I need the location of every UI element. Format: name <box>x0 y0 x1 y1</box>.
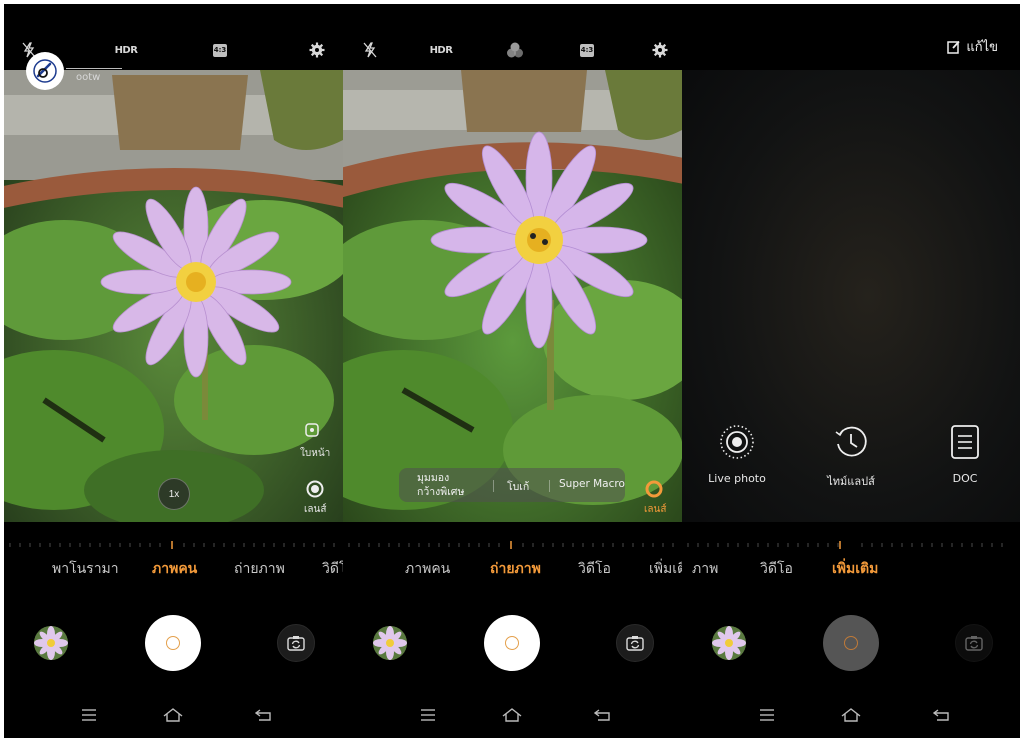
mode-ruler <box>9 541 335 549</box>
front-camera-icon[interactable] <box>304 422 320 441</box>
live-photo-icon <box>717 422 757 462</box>
camera-panel-portrait: HDR 4:3 ใบหน้า 1x เลนส์ พาโนรามา ภาพคน ถ… <box>4 4 343 738</box>
system-nav-bar <box>682 704 1020 730</box>
back-icon[interactable] <box>252 706 274 724</box>
mode-selector: พาโนรามา ภาพคน ถ่ายภาพ วิดีโอ <box>4 558 343 582</box>
mode-video[interactable]: วิดีโอ <box>760 558 793 580</box>
document-icon <box>945 422 985 462</box>
lens-option-bar: มุมมองกว้างพิเศษ โบเก้ Super Macro <box>399 468 625 502</box>
mode-video[interactable]: วิดีโอ <box>578 558 611 580</box>
extra-mode-label: Live photo <box>708 472 766 485</box>
mode-photo[interactable]: ถ่ายภาพ <box>490 558 541 580</box>
system-nav-bar <box>343 704 682 730</box>
flash-off-icon[interactable] <box>359 40 381 60</box>
camera-panel-more: แก้ไข Live photo ไทม์แลปส์ DOC ภาพ วิดีโ… <box>682 4 1020 738</box>
mode-more[interactable]: เพิ่มเติม <box>832 558 878 580</box>
back-icon[interactable] <box>930 706 952 724</box>
zoom-1x-button[interactable]: 1x <box>158 478 190 510</box>
timelapse-icon <box>831 422 871 462</box>
camera-panel-photo: HDR 4:3 มุมมองกว้างพิเศษ โบเก้ Super Mac… <box>343 4 682 738</box>
watermark-text: ootw <box>76 72 101 83</box>
switch-camera-icon <box>965 636 983 651</box>
lens-separator <box>549 480 550 492</box>
switch-camera-icon <box>626 636 644 651</box>
home-icon[interactable] <box>501 706 523 724</box>
camera-top-bar: แก้ไข <box>682 4 1020 70</box>
extra-mode-live-photo[interactable]: Live photo <box>682 422 792 485</box>
mode-portrait[interactable]: ภาพคน <box>405 558 450 580</box>
front-camera-label: ใบหน้า <box>300 448 331 459</box>
lens-separator <box>493 480 494 492</box>
hdr-icon[interactable]: HDR <box>112 40 140 60</box>
hdr-icon[interactable]: HDR <box>427 40 455 60</box>
settings-icon[interactable] <box>306 40 328 60</box>
mode-selector: ภาพคน ถ่ายภาพ วิดีโอ เพิ่มเติม <box>343 558 682 582</box>
switch-camera-button[interactable] <box>277 624 315 662</box>
watermark-line <box>66 68 122 69</box>
shutter-row <box>4 610 343 676</box>
shutter-button[interactable] <box>823 615 879 671</box>
shutter-button[interactable] <box>484 615 540 671</box>
filter-icon[interactable] <box>504 40 526 60</box>
switch-camera-button[interactable] <box>955 624 993 662</box>
mode-photo[interactable]: ถ่ายภาพ <box>234 558 285 580</box>
viewfinder-more: Live photo ไทม์แลปส์ DOC <box>682 70 1020 522</box>
shutter-row <box>343 610 682 676</box>
menu-icon[interactable] <box>78 706 100 724</box>
aspect-ratio-icon[interactable]: 4:3 <box>209 40 231 60</box>
mode-ruler <box>348 541 674 549</box>
watermark-logo <box>26 52 64 90</box>
menu-icon[interactable] <box>756 706 778 724</box>
system-nav-bar <box>4 704 343 730</box>
lens-label: เลนส์ <box>644 504 667 515</box>
mode-more[interactable]: เพิ่มเติม <box>649 558 682 580</box>
gallery-thumbnail[interactable] <box>34 626 68 660</box>
edit-label: แก้ไข <box>966 40 998 55</box>
viewfinder-portrait[interactable]: ใบหน้า 1x เลนส์ <box>4 70 343 522</box>
shutter-row <box>682 610 1020 676</box>
home-icon[interactable] <box>840 706 862 724</box>
lens-label: เลนส์ <box>304 504 327 515</box>
mode-portrait[interactable]: ภาพคน <box>152 558 197 580</box>
hdr-label: HDR <box>429 44 453 56</box>
ratio-label: 4:3 <box>580 43 594 57</box>
extra-mode-timelapse[interactable]: ไทม์แลปส์ <box>796 422 906 490</box>
gallery-thumbnail[interactable] <box>712 626 746 660</box>
viewfinder-photo[interactable]: มุมมองกว้างพิเศษ โบเก้ Super Macro เลนส์ <box>343 70 682 522</box>
mode-ruler <box>687 541 1003 549</box>
ratio-label: 4:3 <box>213 43 227 57</box>
shutter-ring-icon <box>844 636 858 650</box>
mode-panorama[interactable]: พาโนรามา <box>52 558 119 580</box>
settings-icon[interactable] <box>649 40 671 60</box>
viewfinder-image <box>343 70 682 522</box>
camera-top-bar: HDR 4:3 <box>343 4 682 70</box>
menu-icon[interactable] <box>417 706 439 724</box>
edit-button[interactable]: แก้ไข <box>947 36 998 57</box>
home-icon[interactable] <box>162 706 184 724</box>
extra-mode-doc[interactable]: DOC <box>910 422 1020 485</box>
back-icon[interactable] <box>591 706 613 724</box>
switch-camera-icon <box>287 636 305 651</box>
switch-camera-button[interactable] <box>616 624 654 662</box>
zoom-label: 1x <box>168 488 180 500</box>
mode-video[interactable]: วิดีโอ <box>322 558 343 580</box>
shutter-ring-icon <box>505 636 519 650</box>
shutter-ring-icon <box>166 636 180 650</box>
shutter-button[interactable] <box>145 615 201 671</box>
viewfinder-image <box>4 70 343 522</box>
edit-icon <box>947 40 960 54</box>
hdr-label: HDR <box>114 44 138 56</box>
extra-mode-label: ไทม์แลปส์ <box>827 475 875 488</box>
gallery-thumbnail[interactable] <box>373 626 407 660</box>
screenshot-frame: ootw HDR 4:3 ใบหน้า 1x เลนส์ พาโนรามา ภา… <box>4 4 1020 738</box>
lens-option-ultrawide[interactable]: มุมมองกว้างพิเศษ <box>417 471 471 499</box>
lens-option-super-macro[interactable]: Super Macro <box>559 478 625 490</box>
mode-selector: ภาพ วิดีโอ เพิ่มเติม <box>682 558 1020 582</box>
lens-option-bokeh[interactable]: โบเก้ <box>507 478 529 495</box>
mode-photo[interactable]: ภาพ <box>692 558 718 580</box>
lens-icon[interactable] <box>645 480 663 498</box>
aspect-ratio-icon[interactable]: 4:3 <box>576 40 598 60</box>
extra-mode-label: DOC <box>952 472 978 485</box>
lens-icon[interactable] <box>306 480 324 498</box>
